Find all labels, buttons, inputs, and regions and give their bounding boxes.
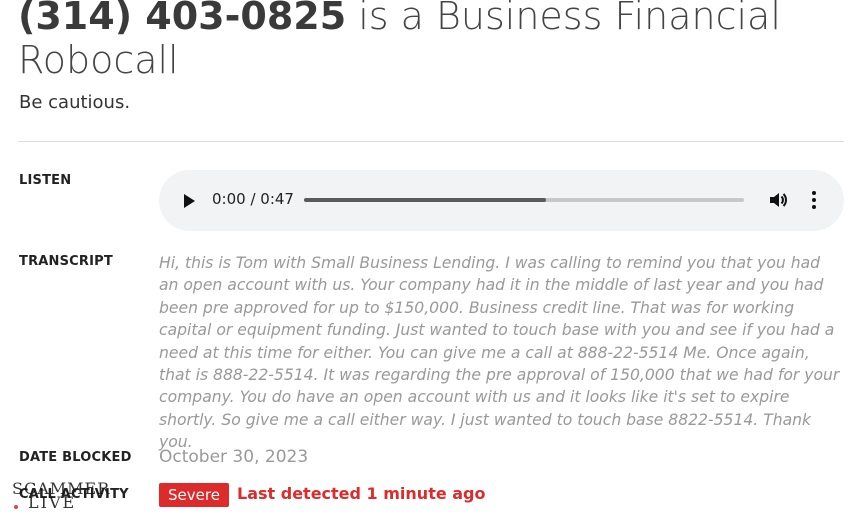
volume-icon[interactable] [768, 190, 788, 210]
buffered-progress [304, 198, 546, 202]
call-activity-label: CALL ACTIVITY [19, 487, 129, 502]
page-subtitle: Be cautious. [19, 92, 131, 113]
date-blocked-label: DATE BLOCKED [19, 450, 132, 465]
section-divider [18, 141, 844, 142]
page-title: (314) 403-0825 is a Business Financial R… [18, 0, 858, 82]
last-detected-text: Last detected 1 minute ago [237, 484, 486, 503]
date-blocked-value: October 30, 2023 [159, 447, 309, 467]
seek-bar[interactable] [304, 198, 744, 202]
transcript-label: TRANSCRIPT [19, 254, 113, 269]
more-options-icon[interactable] [811, 190, 817, 210]
play-icon[interactable] [184, 194, 195, 208]
time-display: 0:00 / 0:47 [212, 190, 294, 208]
phone-number: (314) 403-0825 [18, 0, 347, 38]
audio-player[interactable]: 0:00 / 0:47 [159, 170, 844, 231]
watermark-dot [14, 505, 18, 509]
listen-label: LISTEN [19, 173, 72, 188]
severity-badge: Severe [159, 483, 229, 507]
transcript-text: Hi, this is Tom with Small Business Lend… [159, 254, 840, 452]
